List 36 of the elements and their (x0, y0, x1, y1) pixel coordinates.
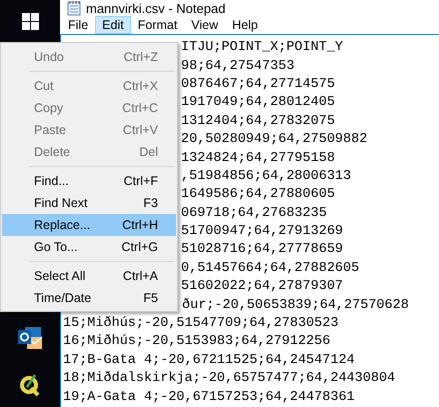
menu-bar-item[interactable]: Edit (95, 16, 131, 34)
menu-item[interactable]: Find... Ctrl+F (2, 170, 176, 192)
text-line: 1312404;64,27832075 (181, 112, 335, 131)
menu-item[interactable]: Go To... Ctrl+G (2, 236, 176, 258)
text-line: 15;Miðhús;-20,51547709;64,27830523 (63, 315, 338, 334)
text-line: 1324824;64,27795158 (181, 150, 335, 168)
mail-app-icon[interactable] (17, 325, 43, 351)
text-line: 16;Miðhús;-20,5153983;64,27912256 (63, 333, 330, 352)
menu-bar-item[interactable]: File (61, 16, 96, 34)
text-line: 20,50280949;64,27509882 (181, 131, 368, 150)
menu-bar-item[interactable]: Help (225, 16, 265, 34)
text-line: 1649586;64,27880605 (181, 186, 335, 204)
text-line: 17;B-Gata 4;-20,67211525;64,24547124 (63, 352, 355, 370)
notepad-icon (67, 0, 81, 16)
text-line: 1917049;64,28012405 (181, 94, 335, 112)
text-line: 069718;64,27683235 (181, 204, 327, 223)
windows-logo-icon[interactable] (22, 13, 38, 30)
text-line: 0,51457664;64,27882605 (181, 260, 360, 278)
menu-item[interactable]: Select All Ctrl+A (2, 265, 176, 287)
text-line: 51602022;64,27879307 (181, 278, 344, 296)
menu-bar-item[interactable]: Format (130, 16, 184, 34)
menu-item[interactable]: Time/Date F5 (2, 287, 176, 309)
app-icon[interactable] (19, 373, 41, 397)
text-line: 0876467;64,27714575 (181, 76, 335, 94)
text-line: 98;64,27547353 (181, 58, 294, 76)
menu-item[interactable]: Find Next F3 (2, 192, 176, 214)
window-title: mannvirki.csv - Notepad (86, 0, 226, 16)
menu-item[interactable]: Replace... Ctrl+H (2, 214, 176, 236)
text-line: ITJU;POINT_X;POINT_Y (181, 39, 344, 58)
menu-bar-item[interactable]: View (184, 16, 226, 34)
text-line: 18;Miðdalskirkja;-20,65757477;64,24430804 (63, 370, 396, 388)
text-line: 51700947;64,27913269 (181, 223, 344, 242)
text-line: 19;A-Gata 4;-20,67157253;64,24478361 (63, 388, 355, 407)
text-line: ður;-20,50653839;64,27570628 (182, 296, 409, 315)
text-line: 51028716;64,27778659 (181, 241, 344, 260)
text-line: ,51984856;64,28006313 (181, 168, 352, 186)
